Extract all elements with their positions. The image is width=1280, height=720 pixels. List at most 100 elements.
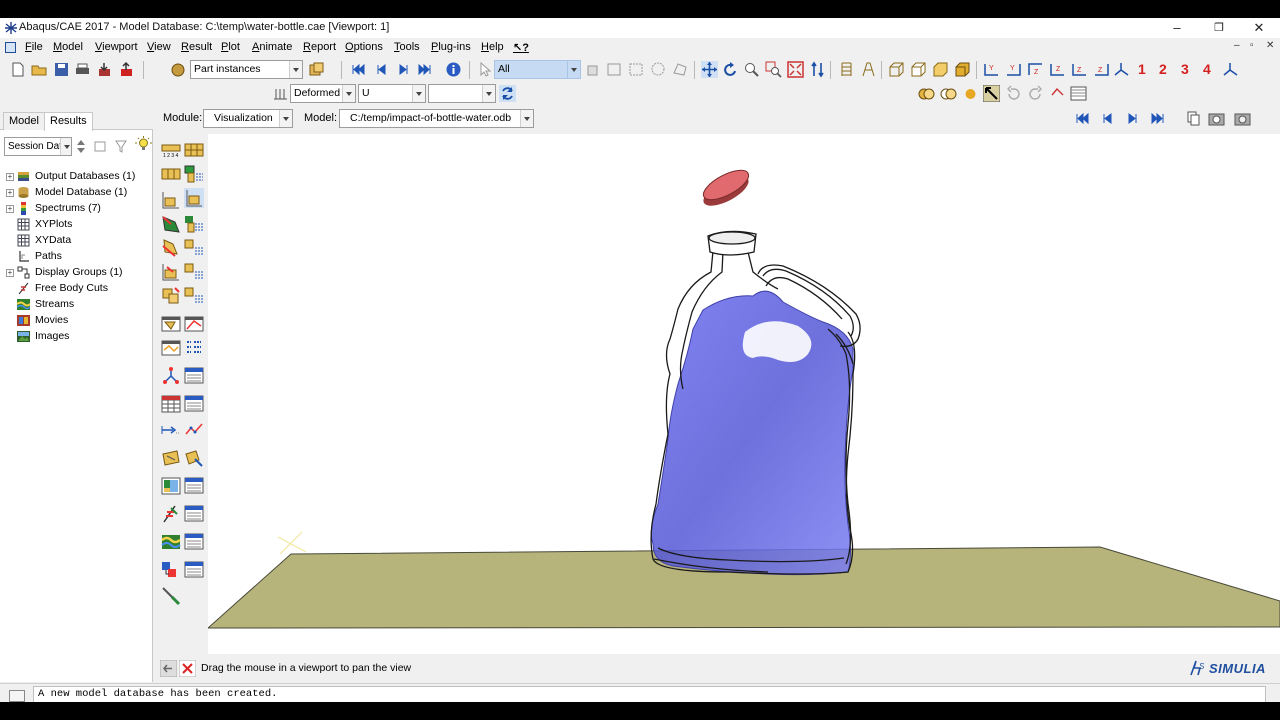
create-free-body-cut-icon[interactable] [161, 504, 181, 524]
first-frame-small-icon[interactable] [1074, 110, 1091, 127]
selection-filter-select[interactable]: All [494, 60, 581, 79]
tab-model[interactable]: Model [3, 112, 45, 130]
cancel-prompt-icon[interactable] [179, 660, 196, 677]
tree-item-paths[interactable]: Paths [0, 249, 152, 265]
expand-toggle[interactable]: + [6, 173, 14, 181]
first-frame-icon[interactable] [350, 61, 367, 78]
session-data-select[interactable]: Session Data [4, 137, 72, 156]
view-bottom-icon[interactable]: Z [1049, 61, 1066, 78]
viewport-1-button[interactable]: 1 [1138, 61, 1146, 77]
active-steps-frames-icon[interactable] [161, 560, 181, 580]
drag-shape-icon[interactable] [606, 61, 623, 78]
export-icon[interactable] [118, 61, 135, 78]
component-select[interactable] [428, 84, 496, 103]
tree-item-model-database[interactable]: + Model Database (1) [0, 185, 152, 201]
menu-tools[interactable]: Tools [394, 41, 420, 53]
plot-contours-on-both-icon[interactable] [161, 262, 181, 282]
xy-data-manager-icon[interactable] [184, 366, 204, 386]
model-scene[interactable] [208, 134, 1280, 654]
last-frame-icon[interactable] [416, 61, 433, 78]
create-path-icon[interactable] [161, 420, 181, 440]
part-instances-icon[interactable] [170, 61, 187, 78]
menu-help[interactable]: Help [481, 41, 504, 53]
message-box[interactable]: A new model database has been created. [33, 686, 1266, 702]
shaded-render-icon[interactable] [954, 61, 971, 78]
view-front-icon[interactable]: Y [983, 61, 1000, 78]
tree-item-streams[interactable]: Streams [0, 297, 152, 313]
cycle-views-icon[interactable] [809, 61, 826, 78]
menu-report[interactable]: Report [303, 41, 336, 53]
plot-contours-icon[interactable] [161, 164, 181, 184]
camera-icon[interactable] [1208, 110, 1225, 127]
module-select[interactable]: Visualization [203, 109, 293, 128]
context-help-button[interactable]: ↖? [513, 41, 529, 54]
contour-options-icon[interactable] [184, 164, 204, 184]
orientation-options-icon[interactable] [184, 214, 204, 234]
display-group-manager-icon[interactable] [184, 448, 204, 468]
previous-frame-icon[interactable] [373, 61, 390, 78]
zoom-icon[interactable] [743, 61, 760, 78]
filter-tree-icon[interactable] [113, 138, 130, 155]
refresh-icon[interactable] [499, 85, 516, 102]
create-stream-icon[interactable] [161, 532, 181, 552]
part-instances-select[interactable]: Part instances [190, 60, 303, 79]
view-manager-icon[interactable] [1070, 85, 1087, 102]
next-frame-icon[interactable] [395, 61, 412, 78]
sort-arrows-icon[interactable] [75, 138, 87, 155]
box-select-icon[interactable] [628, 61, 645, 78]
rotate-icon[interactable] [722, 61, 739, 78]
viewport-4-button[interactable]: 4 [1203, 61, 1211, 77]
menu-file[interactable]: File [25, 41, 43, 53]
variable-select[interactable]: U [358, 84, 426, 103]
viewport-menu-icon[interactable] [5, 42, 16, 53]
new-file-icon[interactable] [9, 61, 26, 78]
view-triad-icon[interactable] [1222, 61, 1239, 78]
step-frame-manager-icon[interactable] [184, 560, 204, 580]
expand-toggle[interactable]: + [6, 189, 14, 197]
print-icon[interactable] [74, 61, 91, 78]
render-style-icon[interactable] [918, 85, 935, 102]
selection-options-icon[interactable] [584, 61, 601, 78]
redo-view-icon[interactable] [1027, 85, 1044, 102]
next-frame-small-icon[interactable] [1124, 110, 1141, 127]
last-frame-small-icon[interactable] [1149, 110, 1166, 127]
restore-button[interactable]: ❐ [1202, 18, 1236, 38]
expand-toggle[interactable]: + [6, 269, 14, 277]
view-iso-icon[interactable] [1113, 61, 1130, 78]
menu-plot[interactable]: Plot [221, 41, 240, 53]
parallel-icon[interactable] [860, 61, 877, 78]
animate-scale-factor-icon[interactable] [161, 314, 181, 334]
viewport-2-button[interactable]: 2 [1159, 61, 1167, 77]
open-folder-icon[interactable] [31, 61, 48, 78]
symbol-options-icon[interactable] [184, 188, 204, 208]
animate-harmonic-icon[interactable] [161, 338, 181, 358]
copy-image-icon[interactable] [1185, 110, 1202, 127]
tree-item-free-body-cuts[interactable]: Free Body Cuts [0, 281, 152, 297]
multiple-plot-options-icon[interactable] [184, 238, 204, 258]
perspective-icon[interactable] [838, 61, 855, 78]
render-solid-icon[interactable] [962, 85, 979, 102]
model-select[interactable]: C:/temp/impact-of-bottle-water.odb [339, 109, 534, 128]
snapshot-icon[interactable] [1234, 110, 1251, 127]
select-cursor-icon[interactable] [477, 61, 494, 78]
plot-material-orientations-icon[interactable] [161, 214, 181, 234]
highlight-bulb-icon[interactable] [135, 136, 152, 153]
view-right-icon[interactable]: Z [1093, 61, 1110, 78]
query-info-icon[interactable] [445, 61, 462, 78]
auto-fit-icon[interactable] [787, 61, 804, 78]
mdi-minimize-button[interactable]: – [1234, 40, 1240, 51]
previous-frame-small-icon[interactable] [1099, 110, 1116, 127]
common-plot-options-icon[interactable] [184, 262, 204, 282]
xy-plot-manager-icon[interactable] [184, 394, 204, 414]
plot-symbols-icon[interactable] [161, 190, 181, 210]
menu-result[interactable]: Result [181, 41, 212, 53]
menu-plugins[interactable]: Plug-ins [431, 41, 471, 53]
box-zoom-icon[interactable] [765, 61, 782, 78]
undo-view-icon[interactable] [1005, 85, 1022, 102]
import-icon[interactable] [96, 61, 113, 78]
filled-render-icon[interactable] [932, 61, 949, 78]
create-xy-data-icon[interactable] [161, 366, 181, 386]
render-translucent-icon[interactable] [940, 85, 957, 102]
overlay-options-icon[interactable] [184, 286, 204, 306]
tree-item-images[interactable]: Images [0, 329, 152, 345]
